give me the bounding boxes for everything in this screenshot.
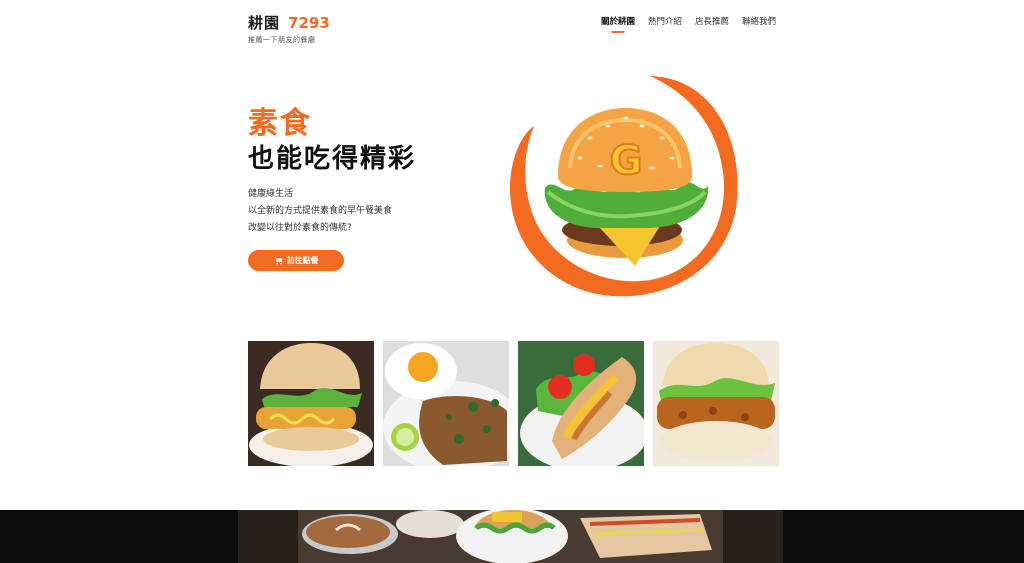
logo-name: 耕園 [248, 14, 281, 32]
logo-number: 7293 [288, 14, 330, 32]
logo-tagline: 推薦一下朋友的餐廳 [248, 36, 316, 44]
order-button-label: 前往點餐 [286, 256, 319, 265]
nav-item-popular[interactable]: 熱門介紹 [648, 15, 682, 33]
hero-title-main: 也能吃得精彩 [248, 144, 417, 174]
nav-item-recommend[interactable]: 店長推薦 [695, 15, 729, 33]
site-header: 耕園 7293 推薦一下朋友的餐廳 關於耕園 熱門介紹 店長推薦 聯絡我們 [248, 0, 776, 48]
bottom-banner-image [0, 510, 1024, 563]
nav-item-about[interactable]: 關於耕園 [601, 15, 635, 33]
food-photo[interactable] [383, 341, 509, 466]
order-button[interactable]: 前往點餐 [248, 250, 344, 271]
hero-line: 健康綠生活 [248, 189, 294, 199]
hero-burger-illustration: G [500, 68, 750, 308]
hero-description: 健康綠生活 以全新的方式提供素食的早午餐美食 改變以往對於素食的傳統? [248, 186, 392, 237]
main-nav: 關於耕園 熱門介紹 店長推薦 聯絡我們 [601, 15, 776, 33]
food-photo[interactable] [248, 341, 374, 466]
cart-icon [273, 256, 282, 264]
food-photo[interactable] [518, 341, 644, 466]
food-photo-grid [248, 341, 779, 466]
hero-title-accent: 素食 [248, 106, 312, 141]
site-logo[interactable]: 耕園 7293 推薦一下朋友的餐廳 [248, 12, 330, 45]
hero-line: 改變以往對於素食的傳統? [248, 223, 352, 233]
hero-art-letter: G [610, 138, 643, 184]
nav-item-contact[interactable]: 聯絡我們 [742, 15, 776, 33]
hero-line: 以全新的方式提供素食的早午餐美食 [248, 206, 393, 216]
food-photo[interactable] [653, 341, 779, 466]
